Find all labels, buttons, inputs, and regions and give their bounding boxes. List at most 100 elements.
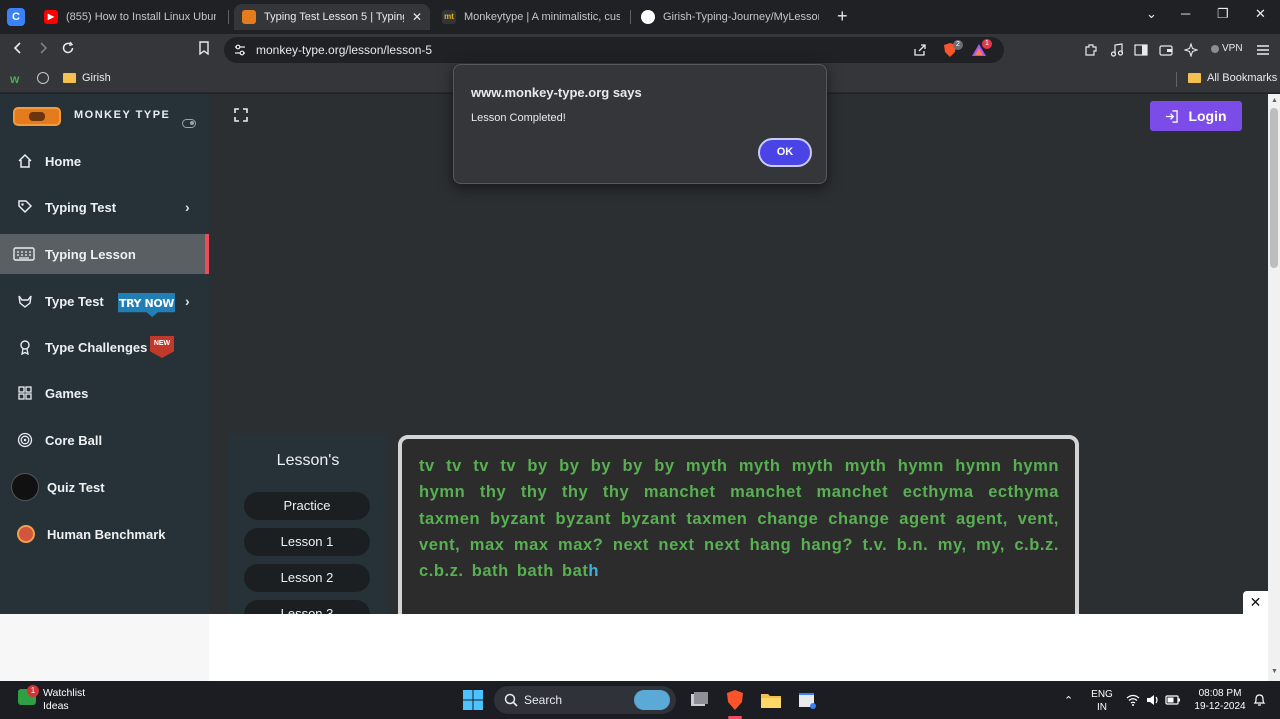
bookmark-icon[interactable] [198,41,210,59]
sidebar-item-quiz-test[interactable]: Quiz Test [0,467,209,507]
close-window-button[interactable]: ✕ [1255,6,1266,22]
language-indicator[interactable]: ENG IN [1090,688,1114,714]
tab-github[interactable]: Girish-Typing-Journey/MyLessons a [633,4,827,30]
address-bar[interactable]: monkey-type.org/lesson/lesson-5 2 1 [224,37,1004,63]
keyboard-icon [13,247,35,261]
close-ad-icon[interactable]: ✕ [1243,591,1268,614]
extensions-icon[interactable] [1084,43,1098,57]
page-scrollbar[interactable]: ▲ ▼ [1268,94,1280,681]
sidebar-item-type-challenges[interactable]: Type Challenges NEW [0,327,209,367]
wifi-icon[interactable] [1126,694,1140,706]
language-label: ENG [1091,689,1113,700]
try-now-badge: TRY NOW [118,293,175,317]
browser-app-icon[interactable]: C [7,8,25,26]
lesson-list-heading: Lesson's [276,452,340,469]
close-tab-icon[interactable]: ✕ [412,10,422,24]
tab-youtube[interactable]: ▶ (855) How to Install Linux Ubuntu on [36,4,224,30]
sidebar-item-games[interactable]: Games [0,373,209,413]
volume-icon[interactable] [1146,694,1160,706]
notification-bell-icon[interactable] [1253,693,1266,707]
tab-title: Monkeytype | A minimalistic, custom [464,11,620,23]
clock[interactable]: 08:08 PM 19-12-2024 [1194,687,1246,713]
current-char: h [588,562,600,581]
scroll-down-icon[interactable]: ▼ [1271,668,1278,675]
sidebar-item-type-test[interactable]: Type Test TRY NOW › [0,281,209,321]
watchlist-widget[interactable]: Watchlist Ideas [43,687,85,713]
grid-icon [18,386,32,400]
file-explorer-icon[interactable] [760,689,782,711]
menu-icon[interactable] [1256,43,1270,57]
minimize-button[interactable]: ─ [1181,6,1190,21]
github-icon [641,10,655,24]
bookmark-globe-icon[interactable] [37,72,49,84]
tab-search-chevron-icon[interactable]: ⌄ [1146,6,1157,22]
site-settings-icon[interactable] [233,43,247,57]
trophy-icon [20,340,30,355]
tab-typing-lesson[interactable]: Typing Test Lesson 5 | Typing Te ✕ [234,4,430,30]
scroll-up-icon[interactable]: ▲ [1271,97,1278,104]
chevron-right-icon: › [185,199,190,215]
sidebar: MONKEY TYPE Home Typing Test › Typing Le… [0,94,209,614]
bookmark-folder-girish[interactable]: Girish [63,72,111,84]
task-view-icon[interactable] [688,689,710,711]
taskbar-search[interactable]: Search [494,686,676,714]
battery-icon[interactable] [1165,694,1181,706]
sidebar-item-human-benchmark[interactable]: Human Benchmark [0,514,209,554]
alert-dialog: www.monkey-type.org says Lesson Complete… [453,64,827,184]
wallet-icon[interactable] [1159,43,1173,57]
ok-button[interactable]: OK [758,138,812,167]
quiz-avatar-icon [11,473,39,501]
tab-title: Girish-Typing-Journey/MyLessons a [663,11,819,23]
fullscreen-icon[interactable] [234,108,248,122]
typing-area[interactable]: tv tv tv tv by by by by by myth myth myt… [398,435,1079,614]
bookmark-wk-icon[interactable]: w [10,72,19,86]
sidebar-item-core-ball[interactable]: Core Ball [0,420,209,460]
sidebar-item-typing-lesson[interactable]: Typing Lesson [0,234,209,274]
site-logo[interactable] [13,107,61,126]
new-tab-button[interactable]: + [837,7,848,25]
lesson-button-practice[interactable]: Practice [244,492,370,520]
maximize-button[interactable]: ❐ [1217,6,1229,22]
sidebar-item-home[interactable]: Home [0,141,209,181]
all-bookmarks-button[interactable]: All Bookmarks [1188,72,1277,84]
leo-ai-icon[interactable] [1184,43,1198,57]
vpn-label: VPN [1222,43,1243,54]
vpn-button[interactable]: VPN [1211,43,1243,54]
sidebar-item-label: Core Ball [45,432,103,448]
monkey-type-favicon [242,10,256,24]
youtube-icon: ▶ [44,10,58,24]
tab-title: Typing Test Lesson 5 | Typing Te [264,11,404,23]
bookmark-folder-label: Girish [82,72,111,84]
sidebar-toggle-icon[interactable] [1134,43,1148,57]
dialog-origin: www.monkey-type.org says [471,85,642,100]
brave-browser-icon[interactable] [724,689,746,711]
watchlist-badge: 1 [27,685,39,697]
theme-toggle-icon[interactable] [182,119,196,128]
back-button[interactable] [11,41,25,59]
home-icon [18,153,32,168]
reload-button[interactable] [61,41,75,59]
windows-start-icon[interactable] [462,689,484,711]
chevron-right-icon: › [185,293,190,309]
snipping-tool-icon[interactable] [796,689,818,711]
target-icon [17,432,33,448]
scrollbar-thumb[interactable] [1270,108,1278,268]
brand-name[interactable]: MONKEY TYPE [74,109,170,121]
tab-title: (855) How to Install Linux Ubuntu on [66,11,216,23]
sidebar-item-label: Home [45,153,82,169]
forward-button[interactable] [36,41,50,59]
sidebar-item-typing-test[interactable]: Typing Test › [0,187,209,227]
login-icon [1166,109,1179,123]
watchlist-sublabel: Ideas [43,700,69,712]
lesson-button-2[interactable]: Lesson 2 [244,564,370,592]
watchlist-label: Watchlist [43,687,86,699]
lesson-button-1[interactable]: Lesson 1 [244,528,370,556]
tray-overflow-icon[interactable]: ⌃ [1064,694,1073,707]
share-icon[interactable] [912,42,928,58]
login-button[interactable]: Login [1150,101,1242,131]
url-text[interactable]: monkey-type.org/lesson/lesson-5 [256,43,432,57]
ad-banner [0,614,1268,681]
lesson-button-3[interactable]: Lesson 3 [244,600,370,614]
tab-monkeytype[interactable]: mt Monkeytype | A minimalistic, custom [434,4,628,30]
media-icon[interactable] [1110,43,1124,57]
